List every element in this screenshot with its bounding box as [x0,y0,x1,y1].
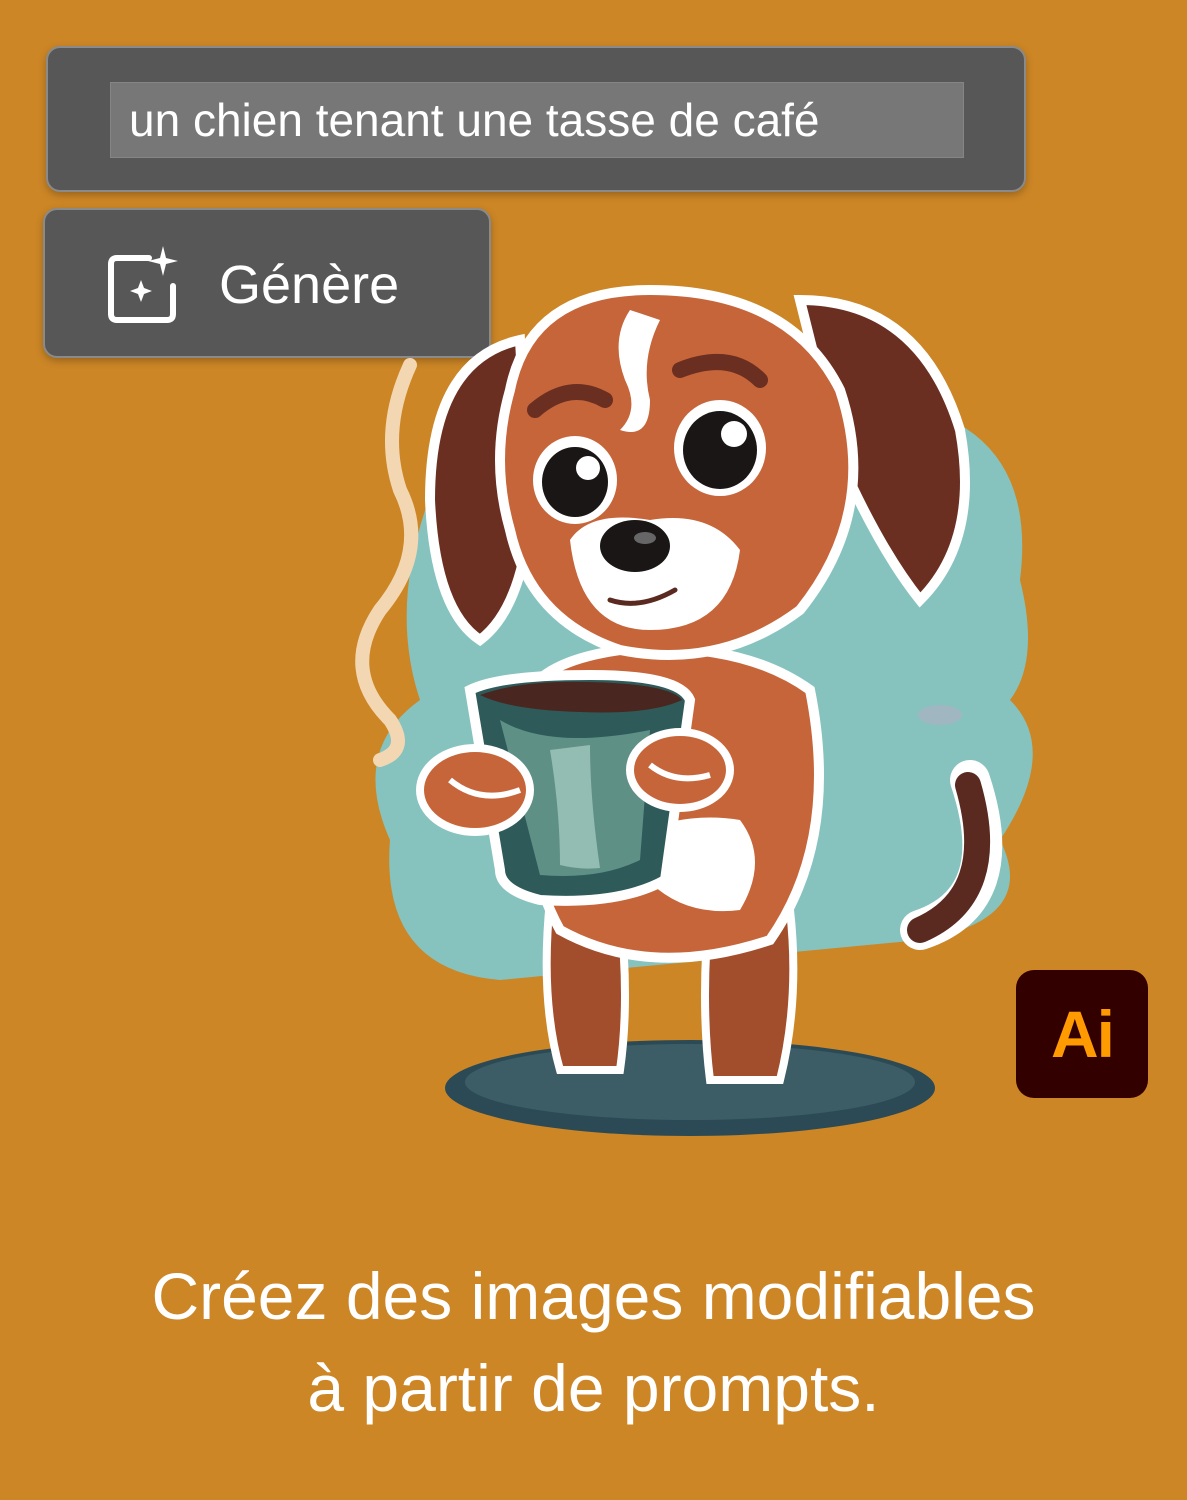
tagline: Créez des images modifiables à partir de… [0,1250,1187,1434]
dog-coffee-illustration [355,284,1033,1136]
tagline-line-2: à partir de prompts. [307,1351,880,1425]
adobe-illustrator-logo: Ai [1016,970,1148,1098]
prompt-panel: un chien tenant une tasse de café [46,46,1026,192]
prompt-input[interactable]: un chien tenant une tasse de café [110,82,964,158]
tagline-line-1: Créez des images modifiables [151,1259,1036,1333]
generative-sparkle-icon [108,246,178,323]
